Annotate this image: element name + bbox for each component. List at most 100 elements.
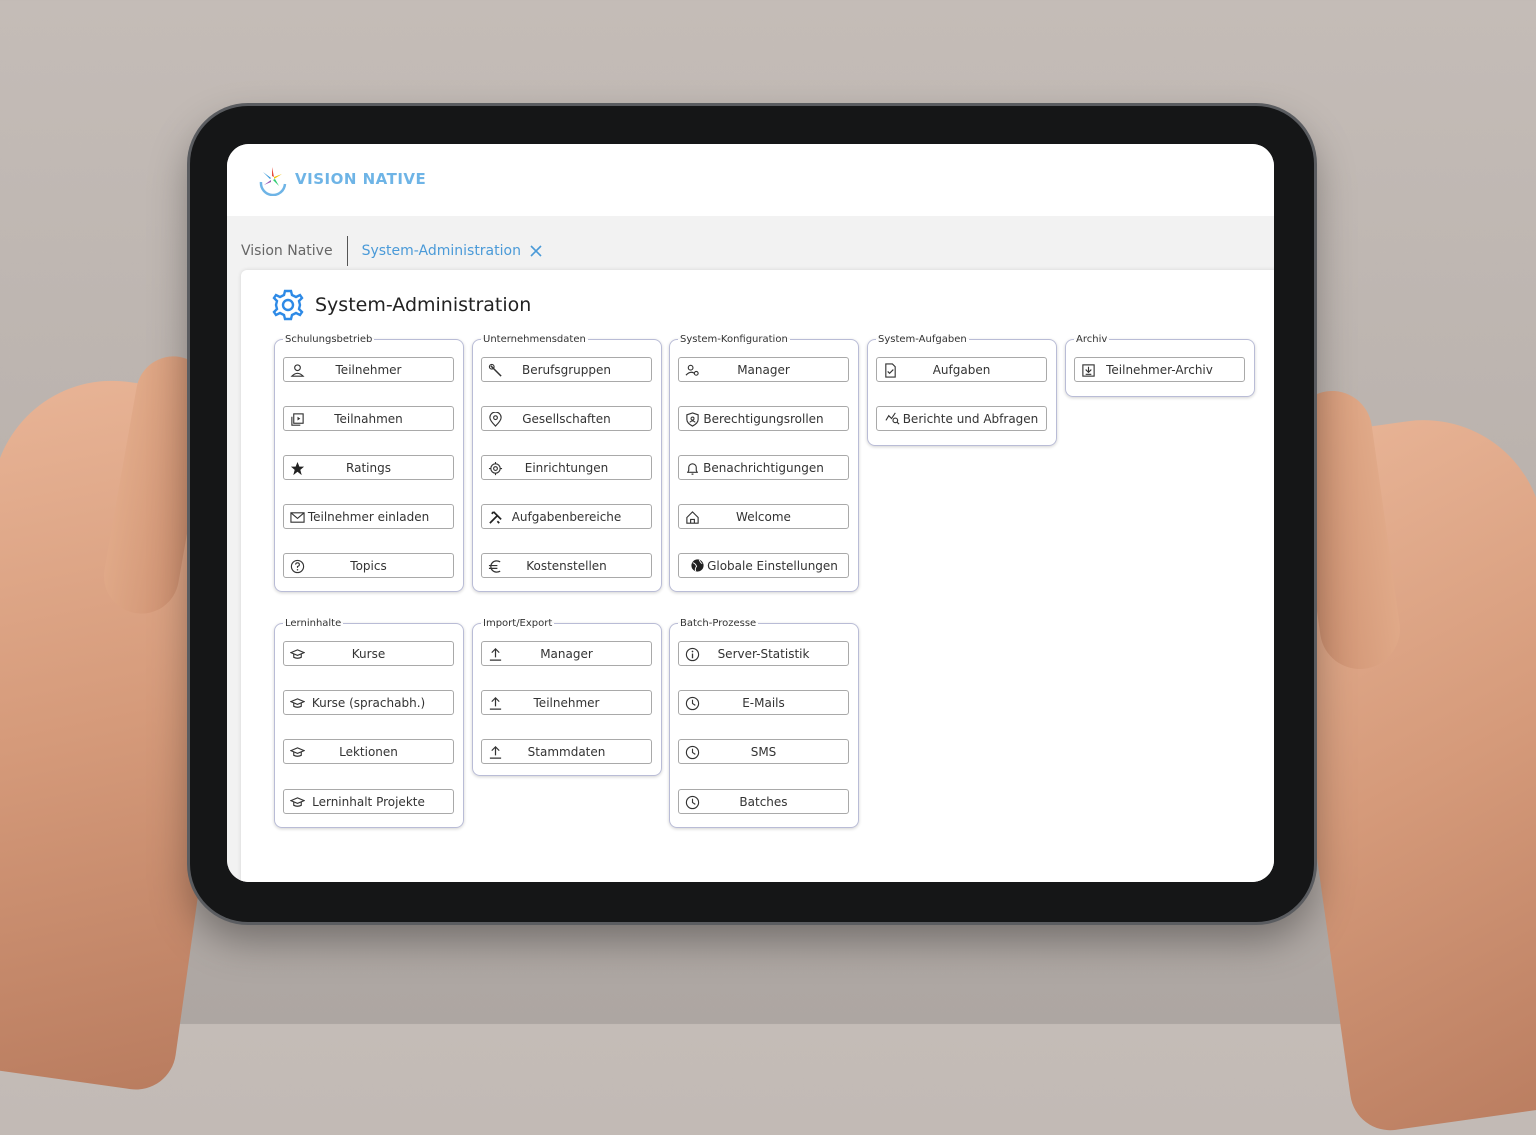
berechtigungsrollen-button[interactable]: Berechtigungsrollen <box>678 406 849 431</box>
button-label: Berufsgruppen <box>521 362 611 377</box>
manager-button[interactable]: Manager <box>678 357 849 382</box>
logo-text: VISION NATIVE <box>295 170 427 188</box>
page-title: System-Administration <box>271 288 531 322</box>
button-label: Teilnahmen <box>334 411 403 426</box>
target-icon <box>487 460 503 476</box>
chart-search-icon <box>885 411 901 427</box>
clock-icon <box>684 695 700 711</box>
upload-icon <box>487 695 503 711</box>
archive-icon <box>1080 362 1096 378</box>
lektionen-button[interactable]: Lektionen <box>283 739 454 764</box>
topics-button[interactable]: Topics <box>283 553 454 578</box>
logo-icon <box>259 167 287 196</box>
button-label: Kurse <box>351 646 386 661</box>
button-label: Topics <box>350 558 387 573</box>
kurse-sprachabh-button[interactable]: Kurse (sprachabh.) <box>283 690 454 715</box>
einrichtungen-button[interactable]: Einrichtungen <box>481 455 652 480</box>
user-icon <box>289 362 305 378</box>
admin-panel: System-Administration Schulungsbetrieb T… <box>241 270 1274 882</box>
button-label: Berechtigungsrollen <box>703 411 824 426</box>
globale-einstellungen-button[interactable]: Globale Einstellungen <box>678 553 849 578</box>
button-label: E-Mails <box>742 695 785 710</box>
group-title: Unternehmensdaten <box>483 334 586 345</box>
import-manager-button[interactable]: Manager <box>481 641 652 666</box>
info-icon <box>684 646 700 662</box>
e-mails-button[interactable]: E-Mails <box>678 690 849 715</box>
gear-icon <box>272 289 304 321</box>
graduation-cap-icon <box>289 794 305 810</box>
task-file-icon <box>882 362 898 378</box>
wrench-icon <box>487 362 503 378</box>
group-schulungsbetrieb: Schulungsbetrieb Teilnehmer Teilnahmen R… <box>274 334 464 592</box>
teilnahmen-button[interactable]: Teilnahmen <box>283 406 454 431</box>
group-unternehmensdaten: Unternehmensdaten Berufsgruppen Gesellsc… <box>472 334 662 592</box>
group-system-aufgaben: System-Aufgaben Aufgaben Berichte und Ab… <box>867 334 1057 446</box>
star-icon <box>289 460 305 476</box>
import-teilnehmer-button[interactable]: Teilnehmer <box>481 690 652 715</box>
teilnehmer-einladen-button[interactable]: Teilnehmer einladen <box>283 504 454 529</box>
button-label: Ratings <box>346 460 391 475</box>
close-icon[interactable] <box>529 244 543 258</box>
globe-icon <box>689 558 705 574</box>
welcome-button[interactable]: Welcome <box>678 504 849 529</box>
button-label: Aufgaben <box>932 362 991 377</box>
berichte-und-abfragen-button[interactable]: Berichte und Abfragen <box>876 406 1047 431</box>
ratings-button[interactable]: Ratings <box>283 455 454 480</box>
stammdaten-button[interactable]: Stammdaten <box>481 739 652 764</box>
graduation-cap-icon <box>289 695 305 711</box>
group-archiv: Archiv Teilnehmer-Archiv <box>1065 334 1255 397</box>
sms-button[interactable]: SMS <box>678 739 849 764</box>
button-label: Teilnehmer <box>533 695 600 710</box>
location-pin-icon <box>487 411 503 427</box>
graduation-cap-icon <box>289 744 305 760</box>
user-settings-icon <box>684 362 700 378</box>
clock-icon <box>684 744 700 760</box>
button-label: Einrichtungen <box>524 460 609 475</box>
group-batch-prozesse: Batch-Prozesse Server-Statistik E-Mails … <box>669 618 859 828</box>
group-system-konfiguration: System-Konfiguration Manager Berechtigun… <box>669 334 859 592</box>
breadcrumb-home[interactable]: Vision Native <box>241 243 333 259</box>
tools-icon <box>487 509 503 525</box>
button-label: Teilnehmer-Archiv <box>1106 362 1213 377</box>
teilnehmer-archiv-button[interactable]: Teilnehmer-Archiv <box>1074 357 1245 382</box>
logo[interactable]: VISION NATIVE <box>255 162 426 196</box>
group-title: System-Aufgaben <box>878 334 967 345</box>
lerninhalt-projekte-button[interactable]: Lerninhalt Projekte <box>283 789 454 814</box>
button-label: Welcome <box>736 509 791 524</box>
berufsgruppen-button[interactable]: Berufsgruppen <box>481 357 652 382</box>
batches-button[interactable]: Batches <box>678 789 849 814</box>
group-title: Archiv <box>1076 334 1108 345</box>
help-circle-icon <box>289 558 305 574</box>
benachrichtigungen-button[interactable]: Benachrichtigungen <box>678 455 849 480</box>
app-header: VISION NATIVE <box>227 144 1274 216</box>
breadcrumb: Vision Native System-Administration <box>241 236 543 266</box>
upload-icon <box>487 744 503 760</box>
tablet-frame: VISION NATIVE Vision Native System-Admin… <box>190 106 1314 922</box>
clock-icon <box>684 794 700 810</box>
bell-icon <box>684 460 700 476</box>
aufgaben-button[interactable]: Aufgaben <box>876 357 1047 382</box>
aufgabenbereiche-button[interactable]: Aufgabenbereiche <box>481 504 652 529</box>
button-label: Benachrichtigungen <box>703 460 824 475</box>
button-label: Teilnehmer einladen <box>307 509 430 524</box>
button-label: Manager <box>737 362 790 377</box>
button-label: Server-Statistik <box>717 646 810 661</box>
breadcrumb-active-tab[interactable]: System-Administration <box>362 243 521 259</box>
kostenstellen-button[interactable]: Kostenstellen <box>481 553 652 578</box>
teilnehmer-button[interactable]: Teilnehmer <box>283 357 454 382</box>
button-label: Teilnehmer <box>335 362 402 377</box>
button-label: Aufgabenbereiche <box>511 509 622 524</box>
button-label: Manager <box>540 646 593 661</box>
group-title: Import/Export <box>483 618 553 629</box>
button-label: Batches <box>739 794 788 809</box>
kurse-button[interactable]: Kurse <box>283 641 454 666</box>
graduation-cap-icon <box>289 646 305 662</box>
button-label: Globale Einstellungen <box>707 558 838 573</box>
gesellschaften-button[interactable]: Gesellschaften <box>481 406 652 431</box>
group-import-export: Import/Export Manager Teilnehmer Stammda… <box>472 618 662 776</box>
group-title: Schulungsbetrieb <box>285 334 373 345</box>
page-title-text: System-Administration <box>315 294 532 316</box>
tablet-screen: VISION NATIVE Vision Native System-Admin… <box>227 144 1274 882</box>
button-label: Stammdaten <box>527 744 606 759</box>
server-statistik-button[interactable]: Server-Statistik <box>678 641 849 666</box>
